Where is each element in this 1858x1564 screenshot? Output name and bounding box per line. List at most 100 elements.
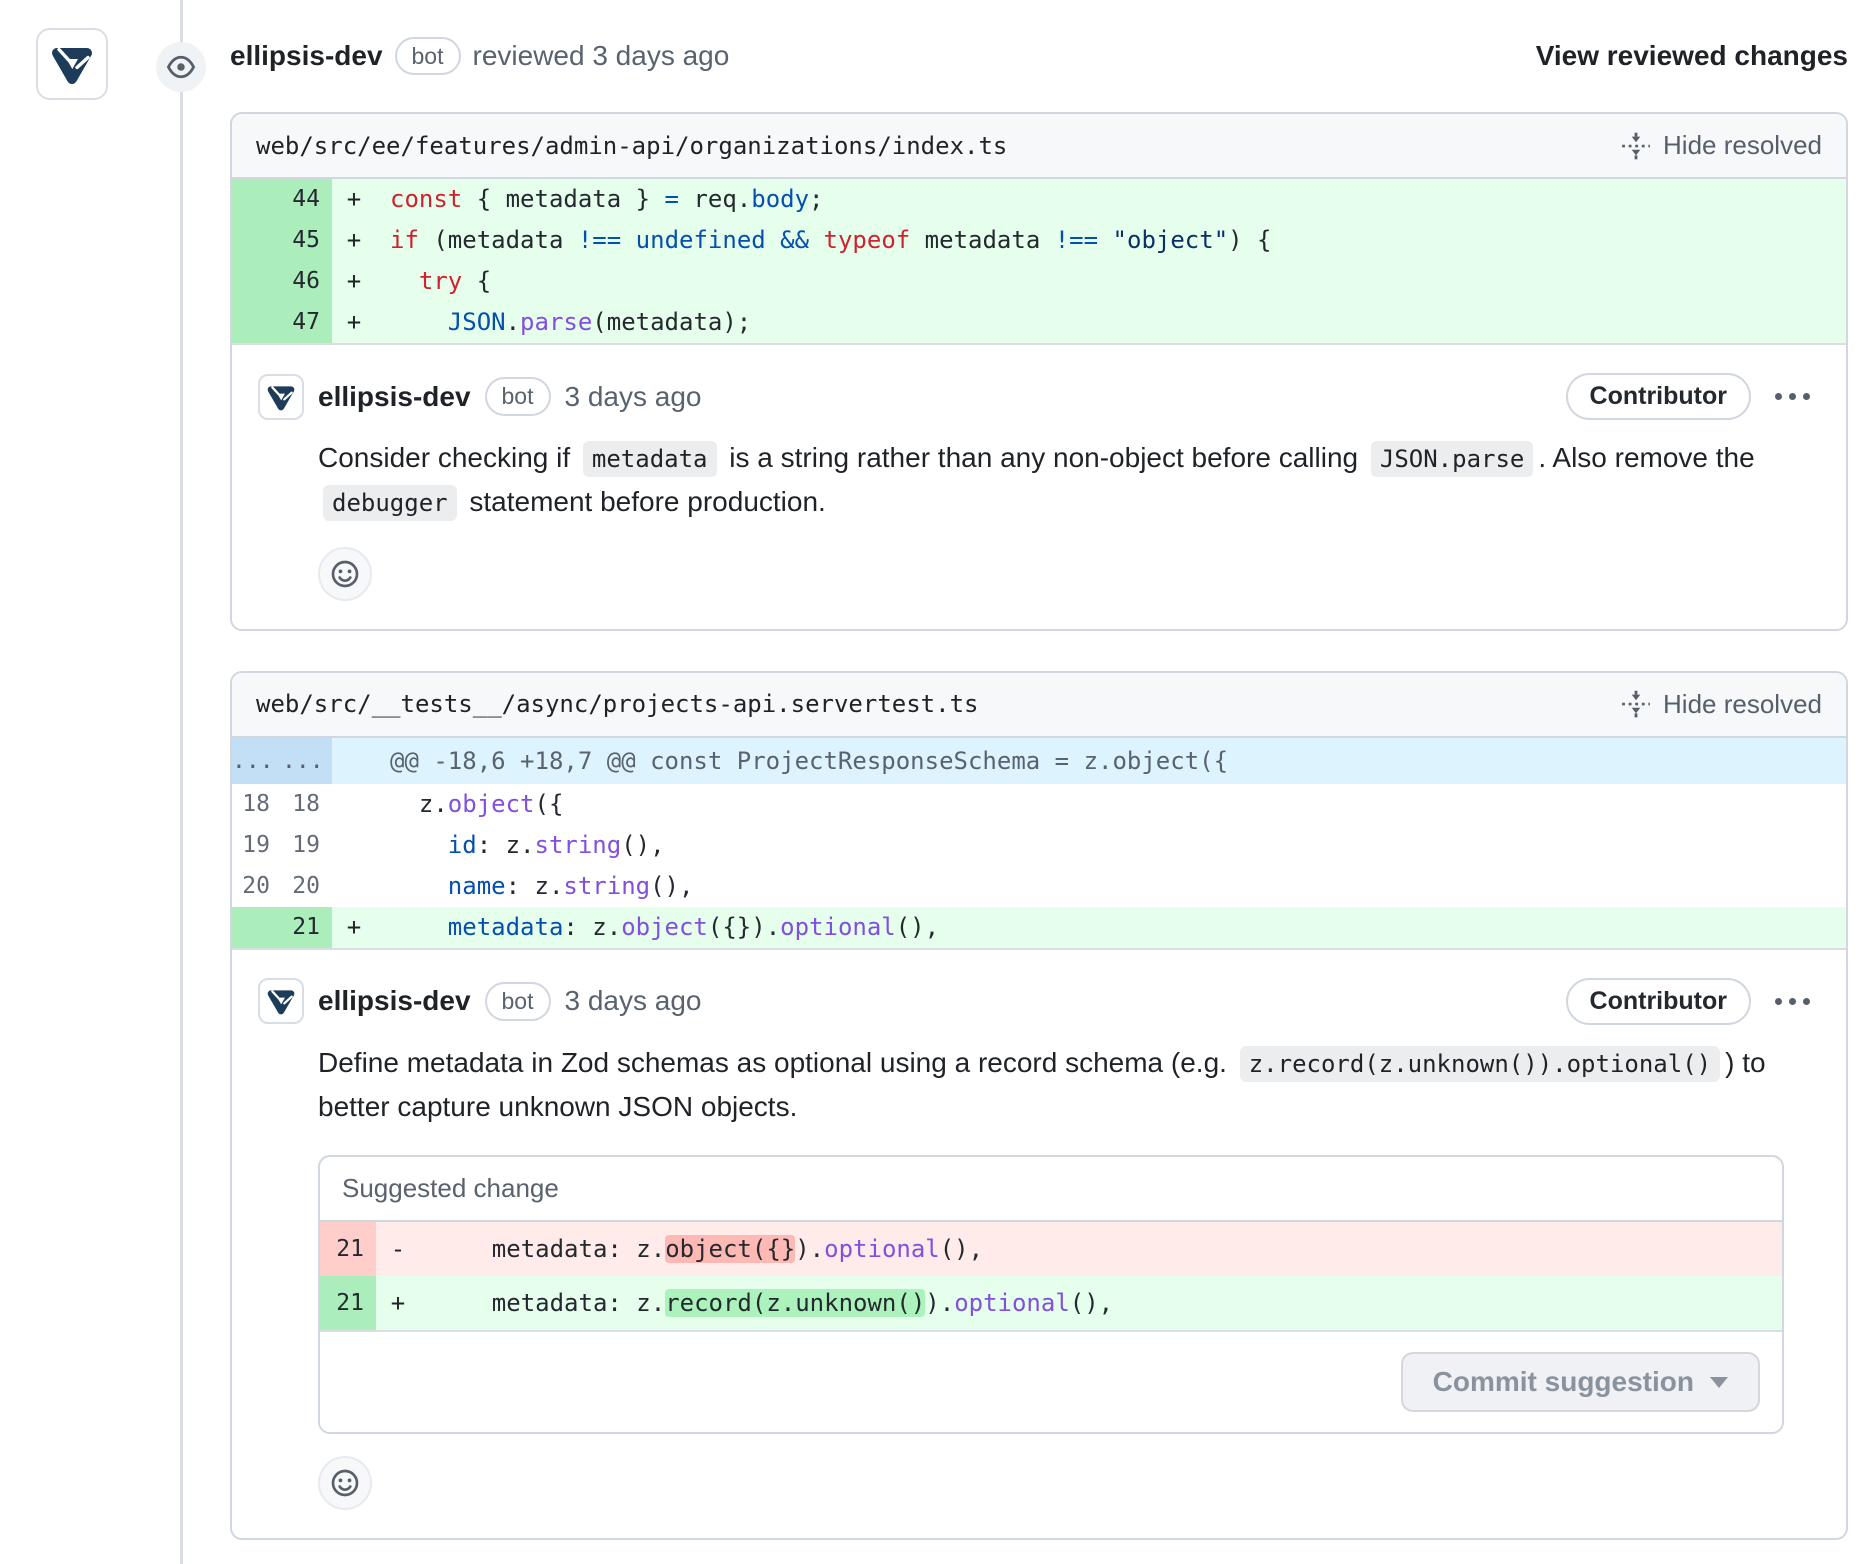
new-line-number: 21 — [282, 907, 332, 948]
comment-avatar[interactable] — [258, 978, 304, 1024]
code-token: : z. — [563, 913, 621, 941]
old-line-number: 19 — [232, 825, 282, 866]
code-token: { — [462, 267, 491, 295]
kebab-menu-button[interactable] — [1765, 998, 1820, 1005]
inline-code: JSON.parse — [1371, 441, 1534, 477]
old-line-number: 20 — [232, 866, 282, 907]
file-path-link[interactable]: web/src/__tests__/async/projects-api.ser… — [256, 690, 978, 718]
new-line-number: 20 — [282, 866, 332, 907]
old-line-number — [232, 220, 282, 261]
diff-hunk-header[interactable]: ... ... @@ -18,6 +18,7 @@ const ProjectR… — [232, 738, 1846, 784]
comment-text-part: . Also remove the — [1538, 442, 1754, 473]
code-token: (), — [621, 831, 664, 859]
triangle-down-icon — [1710, 1377, 1728, 1388]
suggested-change-block: Suggested change 21 - metadata: z.object… — [318, 1155, 1784, 1434]
diff-line-added: 46 + try { — [232, 261, 1846, 302]
inline-code: z.record(z.unknown()).optional() — [1240, 1046, 1720, 1082]
contributor-badge: Contributor — [1566, 978, 1751, 1025]
commit-suggestion-label: Commit suggestion — [1433, 1366, 1694, 1398]
comment-author[interactable]: ellipsis-dev — [318, 985, 471, 1017]
code-token: = — [665, 185, 679, 213]
code-token — [390, 913, 448, 941]
file-path-link[interactable]: web/src/ee/features/admin-api/organizati… — [256, 132, 1007, 160]
code-token: typeof — [824, 226, 911, 254]
code-token: try — [419, 267, 462, 295]
kebab-menu-button[interactable] — [1765, 393, 1820, 400]
code-line: if (metadata !== undefined && typeof met… — [376, 220, 1846, 261]
code-token: parse — [520, 308, 592, 336]
code-token: const — [390, 185, 462, 213]
code-token — [621, 226, 635, 254]
smiley-icon — [329, 558, 361, 590]
reviewer-name[interactable]: ellipsis-dev — [230, 40, 383, 72]
comment-timestamp[interactable]: 3 days ago — [565, 381, 702, 413]
code-line: id: z.string(), — [376, 825, 1846, 866]
comment-text-part: Define metadata in Zod schemas as option… — [318, 1047, 1235, 1078]
new-line-number: 45 — [282, 220, 332, 261]
review-comment-card: web/src/ee/features/admin-api/organizati… — [230, 112, 1848, 631]
code-token: ) { — [1228, 226, 1271, 254]
diff-line-added: 47 + JSON.parse(metadata); — [232, 302, 1846, 343]
file-header: web/src/ee/features/admin-api/organizati… — [232, 114, 1846, 179]
diff-marker: + — [332, 261, 376, 302]
hide-resolved-button[interactable]: Hide resolved — [1621, 130, 1822, 161]
code-token: object — [448, 790, 535, 818]
code-token: undefined — [636, 226, 766, 254]
code-line: metadata: z.object({}).optional(), — [376, 907, 1846, 948]
comment-author[interactable]: ellipsis-dev — [318, 381, 471, 413]
bot-badge: bot — [485, 377, 551, 416]
hunk-old-dots: ... — [232, 738, 282, 784]
code-token: !== — [1055, 226, 1098, 254]
comment-avatar[interactable] — [258, 374, 304, 420]
line-number: 21 — [320, 1222, 376, 1276]
diff-line-added: 21 + metadata: z.object({}).optional(), — [232, 907, 1846, 948]
diff-marker: + — [332, 907, 376, 948]
comment-content: Define metadata in Zod schemas as option… — [318, 1041, 1820, 1510]
ellipsis-dev-logo-icon — [48, 40, 96, 88]
diff-marker — [332, 738, 376, 784]
comment-text: Consider checking if metadata is a strin… — [318, 436, 1798, 524]
code-token: ; — [809, 185, 823, 213]
code-token: metadata: z. — [434, 1289, 665, 1317]
old-line-number — [232, 302, 282, 343]
code-token: (metadata); — [592, 308, 751, 336]
code-token: ). — [795, 1235, 824, 1263]
comment-timestamp[interactable]: 3 days ago — [565, 985, 702, 1017]
view-reviewed-changes-link[interactable]: View reviewed changes — [1536, 0, 1848, 112]
code-token: : z. — [477, 831, 535, 859]
code-token: (), — [896, 913, 939, 941]
comment-text-part: statement before production. — [462, 486, 826, 517]
commit-suggestion-button[interactable]: Commit suggestion — [1401, 1352, 1760, 1412]
hide-resolved-label: Hide resolved — [1663, 689, 1822, 720]
code-token — [390, 872, 448, 900]
suggestion-line-deleted: 21 - metadata: z.object({}).optional(), — [320, 1222, 1782, 1276]
code-token: optional — [780, 913, 896, 941]
add-reaction-button[interactable] — [318, 1456, 372, 1510]
new-line-number: 46 — [282, 261, 332, 302]
old-line-number: 18 — [232, 784, 282, 825]
diff-marker — [332, 825, 376, 866]
comment-header: ellipsis-dev bot 3 days ago Contributor — [258, 978, 1820, 1025]
diff-line-added: 44 + const { metadata } = req.body; — [232, 179, 1846, 220]
diff-marker: + — [332, 302, 376, 343]
file-header: web/src/__tests__/async/projects-api.ser… — [232, 673, 1846, 738]
code-token: { metadata } — [462, 185, 664, 213]
code-token: ({ — [535, 790, 564, 818]
reviewer-avatar[interactable] — [36, 28, 108, 100]
diff-line-context: 20 20 name: z.string(), — [232, 866, 1846, 907]
code-token: req. — [679, 185, 751, 213]
review-action-text: reviewed 3 days ago — [473, 40, 730, 72]
code-token: object — [621, 913, 708, 941]
new-line-number: 18 — [282, 784, 332, 825]
code-token: metadata: z. — [434, 1235, 665, 1263]
new-line-number: 47 — [282, 302, 332, 343]
code-token — [1098, 226, 1112, 254]
hide-resolved-button[interactable]: Hide resolved — [1621, 689, 1822, 720]
code-line: metadata: z.record(z.unknown()).optional… — [420, 1276, 1782, 1330]
inline-code: debugger — [323, 485, 457, 521]
suggestion-line-added: 21 + metadata: z.record(z.unknown()).opt… — [320, 1276, 1782, 1330]
fold-icon — [1621, 689, 1651, 719]
add-reaction-button[interactable] — [318, 547, 372, 601]
diff-marker: + — [332, 220, 376, 261]
contributor-badge: Contributor — [1566, 373, 1751, 420]
